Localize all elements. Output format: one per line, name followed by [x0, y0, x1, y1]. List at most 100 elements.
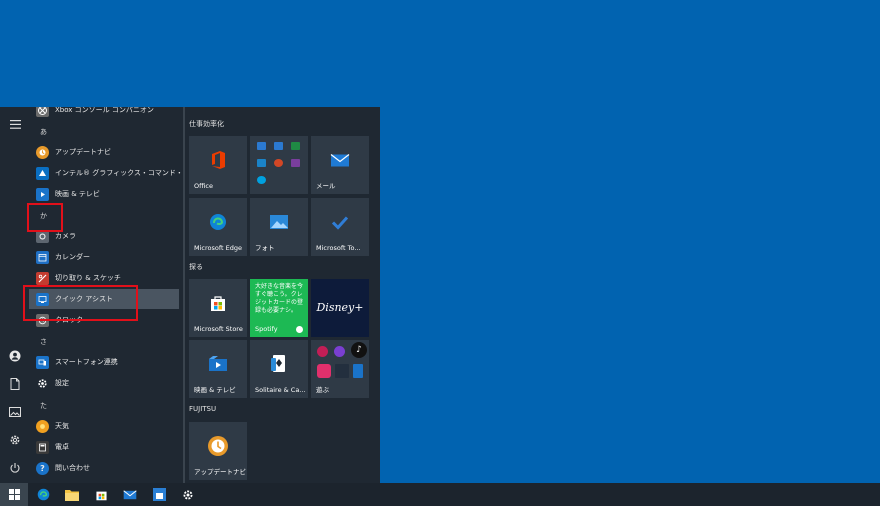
- tile-todo[interactable]: Microsoft To...: [311, 198, 369, 256]
- start-menu: Xbox コンソール コンパニオン あ アップデートナビ インテル® グラフィッ…: [0, 107, 380, 483]
- phone-link-icon: [36, 355, 49, 369]
- taskbar-app[interactable]: [145, 483, 173, 506]
- excel-icon: [291, 142, 300, 150]
- gear-icon: [183, 490, 193, 499]
- tile-label: Spotify: [255, 325, 278, 333]
- cards-icon: [270, 354, 288, 378]
- user-account-icon[interactable]: [6, 347, 24, 365]
- letter-header-a[interactable]: あ: [40, 127, 47, 137]
- app-item-label: カレンダー: [55, 253, 90, 261]
- app-item-calculator[interactable]: 電卓: [29, 437, 179, 457]
- app-item-intel-graphics[interactable]: インテル® グラフィックス・コマンド・センター: [29, 163, 185, 183]
- group-label-productivity[interactable]: 仕事効率化: [189, 119, 224, 129]
- snip-sketch-icon: [36, 271, 49, 285]
- onedrive-icon: [257, 159, 266, 167]
- weather-icon: [36, 419, 49, 433]
- mail-icon: [123, 489, 137, 499]
- app-item-weather[interactable]: 天気: [29, 416, 179, 436]
- app-item-phone-link[interactable]: スマートフォン連携: [29, 352, 179, 372]
- outlook-icon: [257, 142, 266, 150]
- taskbar-edge[interactable]: [29, 483, 57, 506]
- tile-solitaire[interactable]: Solitaire & Ca...: [250, 340, 308, 398]
- highlight-box-ka: [27, 203, 63, 232]
- expand-menu-icon[interactable]: [6, 115, 24, 133]
- tile-area: 仕事効率化 Office メール Microsoft Edge フォト Micr…: [185, 107, 380, 483]
- taskbar-mail[interactable]: [116, 483, 144, 506]
- documents-icon[interactable]: [6, 375, 24, 393]
- spotify-promo-text: 大好きな音楽を今すぐ聴こう。クレジットカードの登録も必要ナシ。: [255, 283, 304, 314]
- app-item-label: 問い合わせ: [55, 464, 90, 472]
- spotify-icon: [296, 326, 303, 333]
- app-item-label: インテル® グラフィックス・コマンド・センター: [55, 169, 185, 177]
- gear-icon: [36, 377, 49, 390]
- prime-video-icon: [335, 364, 349, 378]
- tile-label: Microsoft Edge: [194, 244, 243, 252]
- app-item-update-navi[interactable]: アップデートナビ: [29, 142, 179, 162]
- group-label-explore[interactable]: 探る: [189, 262, 203, 272]
- skype-icon: [257, 176, 266, 184]
- tile-label: Microsoft To...: [316, 244, 361, 252]
- checkmark-icon: [331, 214, 349, 233]
- power-icon[interactable]: [6, 459, 24, 477]
- letter-header-sa[interactable]: さ: [40, 337, 47, 347]
- tile-disney-plus[interactable]: Disney+: [311, 279, 369, 337]
- disney-plus-logo: Disney+: [316, 301, 364, 314]
- tile-label: 映画 & テレビ: [194, 386, 236, 394]
- settings-gear-icon[interactable]: [6, 431, 24, 449]
- calendar-icon: [36, 250, 49, 264]
- taskbar-file-explorer[interactable]: [58, 483, 86, 506]
- tile-photos[interactable]: フォト: [250, 198, 308, 256]
- app-icon: [353, 364, 363, 378]
- mail-icon: [330, 152, 350, 171]
- edge-icon: [209, 213, 227, 235]
- highlight-box-quick-assist: [23, 285, 138, 321]
- letter-header-ta[interactable]: た: [40, 401, 47, 411]
- instagram-icon: [317, 364, 331, 378]
- tile-office-apps-folder[interactable]: [250, 136, 308, 194]
- app-item-label: 天気: [55, 422, 69, 430]
- start-button[interactable]: [0, 483, 28, 506]
- tile-label: メール: [316, 182, 336, 190]
- app-icon: [152, 488, 166, 501]
- tile-office[interactable]: Office: [189, 136, 247, 194]
- tile-spotify[interactable]: 大好きな音楽を今すぐ聴こう。クレジットカードの登録も必要ナシ。 Spotify: [250, 279, 308, 337]
- tile-mail[interactable]: メール: [311, 136, 369, 194]
- tile-movies-tv[interactable]: 映画 & テレビ: [189, 340, 247, 398]
- tile-store[interactable]: Microsoft Store: [189, 279, 247, 337]
- app-item-get-help[interactable]: ? 問い合わせ: [29, 458, 179, 478]
- tile-label: フォト: [255, 244, 275, 252]
- pictures-icon[interactable]: [6, 403, 24, 421]
- store-icon: [95, 491, 107, 501]
- app-item-settings[interactable]: 設定: [29, 373, 179, 393]
- photos-icon: [269, 214, 289, 234]
- group-label-fujitsu[interactable]: FUJITSU: [189, 405, 216, 413]
- candy-crush-icon: [317, 346, 328, 357]
- app-item-calendar[interactable]: カレンダー: [29, 247, 179, 267]
- app-item-label: 切り取り & スケッチ: [55, 274, 121, 282]
- taskbar-store[interactable]: [87, 483, 115, 506]
- update-navi-icon: [36, 145, 49, 159]
- movies-tv-icon: [208, 355, 228, 376]
- store-icon: [209, 294, 227, 316]
- app-item-label: 電卓: [55, 443, 69, 451]
- folder-icon: [65, 489, 79, 501]
- onenote-icon: [291, 159, 300, 167]
- tiktok-icon: ♪: [351, 342, 367, 358]
- taskbar-settings[interactable]: [174, 483, 202, 506]
- tile-update-navi[interactable]: アップデートナビ: [189, 422, 247, 480]
- edge-icon: [37, 488, 49, 501]
- help-icon: ?: [36, 461, 49, 475]
- tile-label: 遊ぶ: [316, 386, 329, 394]
- app-item-xbox-companion[interactable]: Xbox コンソール コンパニオン: [29, 107, 179, 120]
- tile-label: Office: [194, 182, 213, 190]
- update-navi-icon: [206, 434, 230, 462]
- calculator-icon: [36, 440, 49, 454]
- app-item-movies-tv[interactable]: 映画 & テレビ: [29, 184, 179, 204]
- tile-play-folder[interactable]: ♪ 遊ぶ: [311, 340, 369, 398]
- windows-logo-icon: [8, 489, 20, 500]
- app-item-label: スマートフォン連携: [55, 358, 118, 366]
- powerpoint-icon: [274, 159, 283, 167]
- tile-edge[interactable]: Microsoft Edge: [189, 198, 247, 256]
- xbox-companion-icon: [36, 107, 49, 117]
- office-icon: [209, 150, 227, 174]
